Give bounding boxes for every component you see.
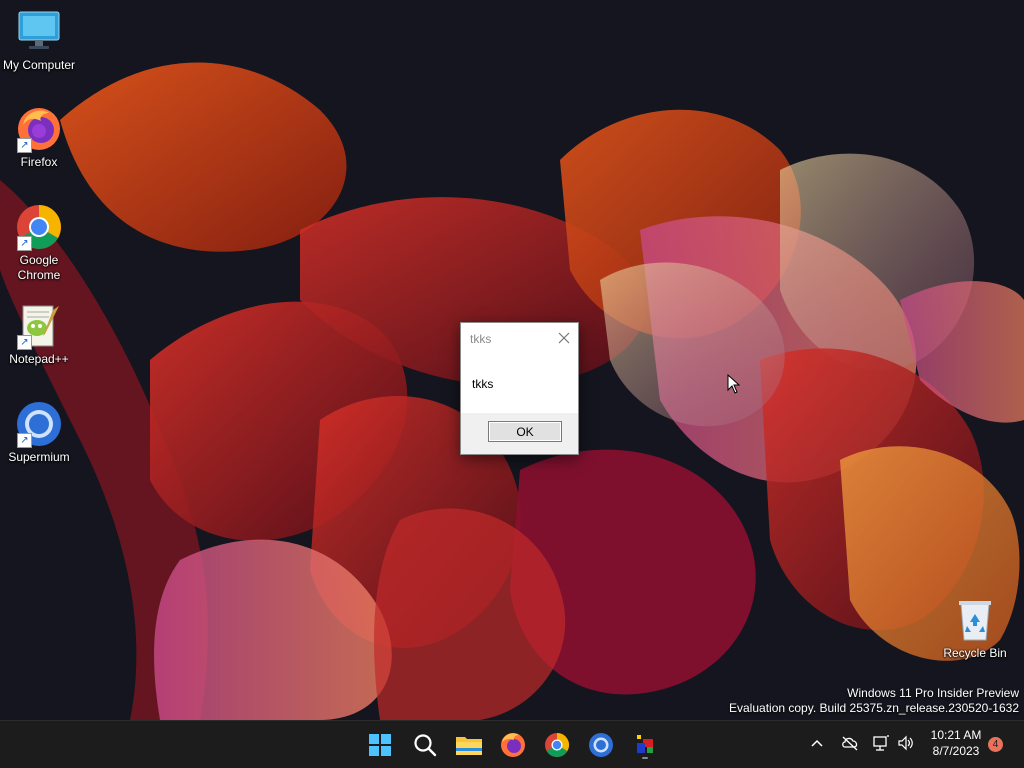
message-dialog: tkks tkks OK <box>460 322 579 455</box>
chrome-icon <box>545 733 570 758</box>
dialog-title: tkks <box>470 332 492 346</box>
shortcut-arrow-icon: ↗ <box>17 236 32 251</box>
desktop-icon-notepadpp[interactable]: ↗ Notepad++ <box>0 302 78 367</box>
computer-icon <box>15 8 63 56</box>
dialog-message: tkks <box>472 377 494 391</box>
dialog-body: tkks <box>461 353 578 413</box>
watermark-line-1: Windows 11 Pro Insider Preview <box>847 686 1019 700</box>
volume-icon[interactable] <box>897 733 915 758</box>
watermark-line-2: Evaluation copy. Build 25375.zn_release.… <box>729 701 1019 715</box>
chevron-up-icon <box>811 739 823 747</box>
file-explorer-icon <box>456 737 482 755</box>
search-button[interactable] <box>409 729 441 761</box>
desktop-icon-label: Recycle Bin <box>943 646 1007 660</box>
desktop-icon-firefox[interactable]: ↗ Firefox <box>0 105 78 170</box>
notification-badge[interactable]: 4 <box>988 737 1003 752</box>
show-hidden-icons-button[interactable] <box>809 733 825 758</box>
supermium-icon: ↗ <box>15 400 63 448</box>
firefox-icon <box>501 733 525 757</box>
shortcut-arrow-icon: ↗ <box>17 433 32 448</box>
firefox-taskbar-button[interactable] <box>497 729 529 761</box>
recycle-bin-icon <box>951 596 999 644</box>
clock-time: 10:21 AM <box>930 728 982 742</box>
desktop-icon-label: My Computer <box>2 58 76 72</box>
shortcut-arrow-icon: ↗ <box>17 335 32 350</box>
close-icon[interactable] <box>556 330 572 346</box>
shortcut-arrow-icon: ↗ <box>17 138 32 153</box>
search-icon <box>414 734 437 757</box>
desktop-icon-label: Notepad++ <box>9 352 69 366</box>
firefox-icon: ↗ <box>15 105 63 153</box>
desktop-icon-label: Google Chrome <box>17 253 61 282</box>
dialog-titlebar[interactable]: tkks <box>461 323 578 353</box>
supermium-icon <box>589 733 613 757</box>
notepadpp-icon: ↗ <box>15 302 63 350</box>
desktop-icon-recycle-bin[interactable]: Recycle Bin <box>936 596 1014 661</box>
running-app-button[interactable] <box>629 729 661 761</box>
desktop-icon-google-chrome[interactable]: ↗ Google Chrome <box>0 203 78 283</box>
file-explorer-button[interactable] <box>453 729 485 761</box>
desktop-icon-label: Firefox <box>20 155 58 169</box>
desktop-icon-label: Supermium <box>8 450 70 464</box>
start-icon <box>369 734 391 756</box>
build-watermark: Windows 11 Pro Insider Preview Evaluatio… <box>729 686 1019 716</box>
chrome-taskbar-button[interactable] <box>541 729 573 761</box>
desktop-icon-supermium[interactable]: ↗ Supermium <box>0 400 78 465</box>
supermium-taskbar-button[interactable] <box>585 729 617 761</box>
chrome-icon: ↗ <box>15 203 63 251</box>
mouse-cursor-icon <box>727 373 741 399</box>
ok-button[interactable]: OK <box>488 421 562 442</box>
desktop-icon-my-computer[interactable]: My Computer <box>0 8 78 73</box>
taskbar: 10:21 AM 8/7/2023 4 <box>0 720 1024 768</box>
network-icon[interactable] <box>872 733 890 758</box>
start-button[interactable] <box>364 729 396 761</box>
app-icon <box>637 735 653 759</box>
cloud-offline-icon[interactable] <box>841 733 859 758</box>
clock-date: 8/7/2023 <box>932 744 980 758</box>
taskbar-clock[interactable]: 10:21 AM 8/7/2023 <box>920 727 992 759</box>
